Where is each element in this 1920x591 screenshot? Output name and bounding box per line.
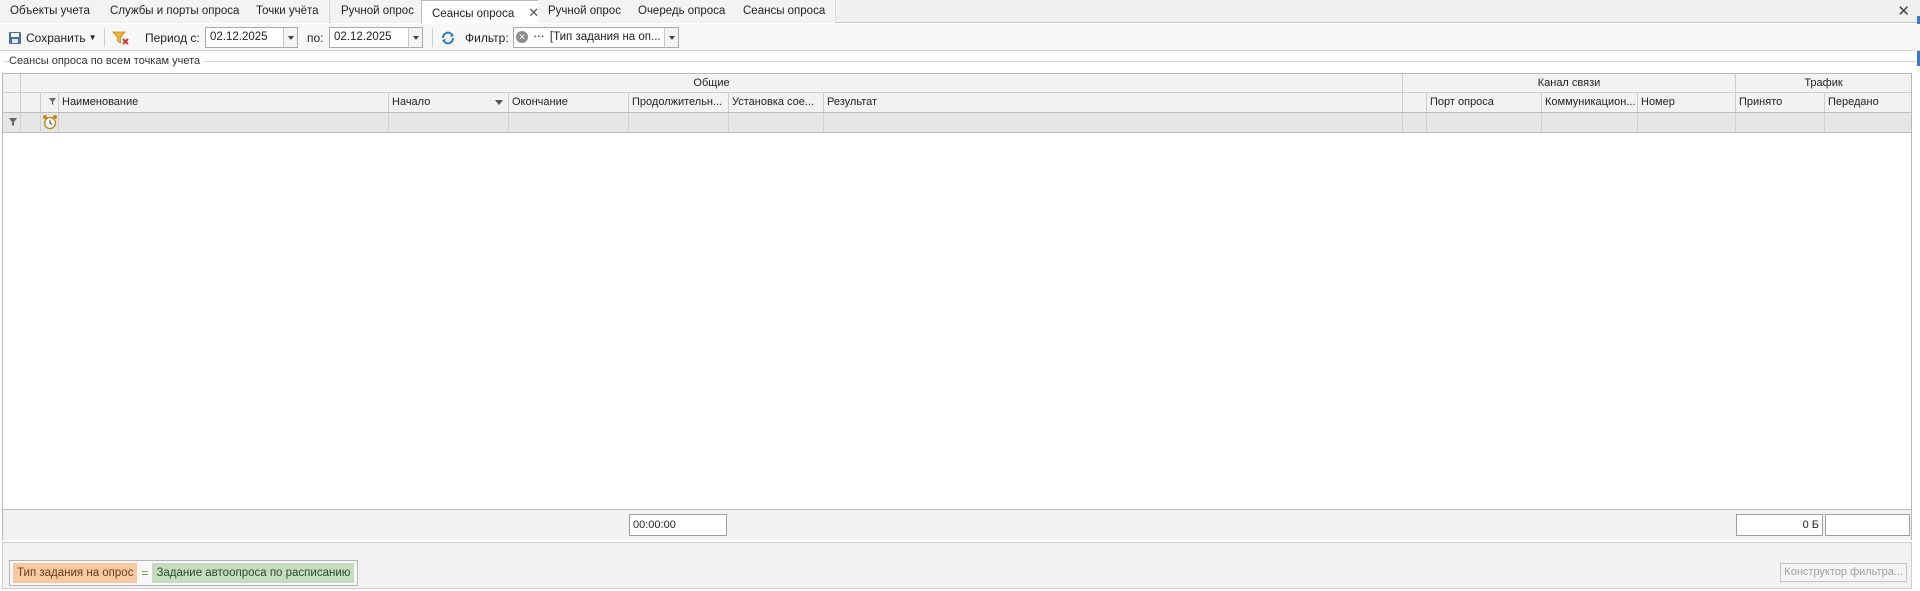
filter-row-icon [9,118,17,126]
filter-panel: Тип задания на опрос = Задание автоопрос… [2,542,1912,589]
filter-field-chip[interactable]: Тип задания на опрос [13,563,138,583]
refresh-icon [442,31,454,44]
period-to-label: по: [307,30,324,45]
filter-builder-button[interactable]: Конструктор фильтра... [1780,563,1907,582]
filter-cell-number[interactable] [1638,113,1736,132]
tab-manual-poll[interactable]: Ручной опрос [331,0,425,23]
column-header-connect[interactable]: Установка сое... [729,93,824,112]
filter-value-chip[interactable]: Задание автоопроса по расписанию [152,563,355,583]
filter-expression[interactable]: Тип задания на опрос = Задание автоопрос… [9,560,359,586]
icon-column-header [21,93,41,112]
column-header-result[interactable]: Результат [824,93,1403,112]
clear-icon[interactable]: ✕ [516,30,528,43]
filter-label: Фильтр: [465,30,509,45]
row-indicator-header [3,93,21,112]
band-traffic[interactable]: Трафик [1736,74,1911,92]
ellipsis-icon[interactable]: ⋯ [533,31,545,43]
column-header-port[interactable]: Порт опроса [1427,93,1542,112]
column-header-received[interactable]: Принято [1736,93,1825,112]
auto-filter-row [3,113,1911,133]
alarm-clock-icon [43,115,57,130]
filter-cell-sent[interactable] [1825,113,1911,132]
filter-cell-name[interactable] [59,113,389,132]
filter-cell-connect[interactable] [729,113,824,132]
tab-poll-sessions-2[interactable]: Сеансы опроса [733,0,837,23]
column-header-duration[interactable]: Продолжительн... [629,93,729,112]
clear-filter-icon [112,31,129,45]
sort-desc-icon [495,100,503,105]
filter-cell-result[interactable] [824,113,1403,132]
group-divider [4,61,1916,62]
toolbar-separator [432,28,433,47]
filter-cell-channel-blank[interactable] [1403,113,1427,132]
period-from-label: Период с: [145,30,200,45]
column-header-comm[interactable]: Коммуникацион... [1542,93,1638,112]
chevron-down-icon[interactable] [408,28,422,47]
period-to-field[interactable]: 02.12.2025 [329,27,423,48]
tab-poll-queue[interactable]: Очередь опроса [628,0,737,23]
filter-cell-icon-col[interactable] [21,113,41,132]
save-button[interactable]: Сохранить ▼ [8,24,97,51]
column-filter-button[interactable] [41,93,59,112]
clear-filter-button[interactable] [112,24,130,51]
filter-cell-received[interactable] [1736,113,1825,132]
tab-poll-sessions-active[interactable]: Сеансы опроса ✕ [421,0,551,24]
received-total: 0 Б [1736,514,1823,536]
save-icon [9,31,21,44]
band-channel[interactable]: Канал связи [1403,74,1736,92]
period-from-field[interactable]: 02.12.2025 [205,27,298,48]
group-caption: Сеансы опроса по всем точкам учета [9,55,205,67]
column-header-start[interactable]: Начало [389,93,509,112]
tab-metering-points[interactable]: Точки учёта [246,0,330,23]
filter-cell-duration[interactable] [629,113,729,132]
tab-objects[interactable]: Объекты учета [0,0,101,23]
funnel-icon [49,98,56,105]
filter-cell-start[interactable] [389,113,509,132]
band-spacer [3,74,21,92]
column-header-channel-blank[interactable] [1403,93,1427,112]
column-header-sent[interactable]: Передано [1825,93,1911,112]
toolbar-separator [104,28,105,47]
filter-cell-comm[interactable] [1542,113,1638,132]
chevron-down-icon[interactable] [664,28,678,47]
grid-footer: 00:00:00 0 Б [3,509,1911,540]
column-header-row: Наименование Начало Окончание Продолжите… [3,93,1911,113]
tab-manual-poll-2[interactable]: Ручной опрос [538,0,632,23]
band-header-row: Общие Канал связи Трафик [3,74,1911,93]
filter-combo[interactable]: ✕ ⋯ [Тип задания на оп... [513,27,679,48]
tab-services-ports[interactable]: Службы и порты опроса [100,0,251,23]
filter-row-indicator [3,113,21,132]
refresh-button[interactable] [440,24,456,51]
alarm-clock-filter[interactable] [41,113,59,132]
column-header-end[interactable]: Окончание [509,93,629,112]
chevron-down-icon[interactable] [283,28,297,47]
sent-total [1825,514,1910,536]
duration-total: 00:00:00 [629,514,727,536]
close-icon[interactable]: ✕ [1897,2,1910,20]
band-general[interactable]: Общие [21,74,1403,92]
tab-strip: Объекты учета Службы и порты опроса Точк… [0,0,1920,24]
column-header-number[interactable]: Номер [1638,93,1736,112]
sessions-grid: Общие Канал связи Трафик Наименование На… [2,73,1912,540]
filter-cell-end[interactable] [509,113,629,132]
toolbar: Сохранить ▼ Период с: 02.12.2025 по: 02.… [0,24,1920,51]
chevron-down-icon: ▼ [88,33,97,42]
filter-operator[interactable]: = [141,566,148,580]
column-header-name[interactable]: Наименование [59,93,389,112]
filter-cell-port[interactable] [1427,113,1542,132]
